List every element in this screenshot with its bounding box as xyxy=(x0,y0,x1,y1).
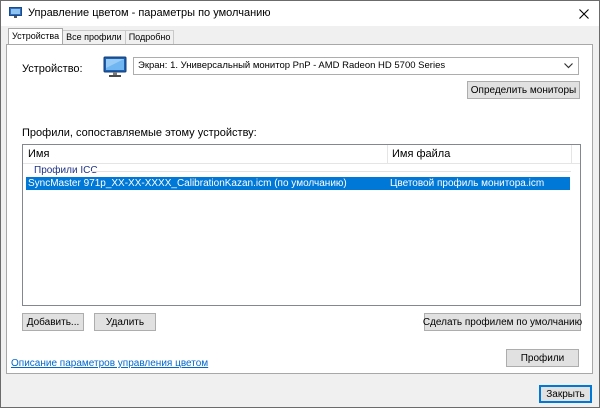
column-divider[interactable] xyxy=(571,145,572,163)
add-profile-button[interactable]: Добавить... xyxy=(22,313,84,331)
title-bar[interactable]: Управление цветом - параметры по умолчан… xyxy=(1,1,599,26)
detect-monitors-button[interactable]: Определить мониторы xyxy=(467,81,580,99)
column-divider[interactable] xyxy=(387,145,388,163)
window-title: Управление цветом - параметры по умолчан… xyxy=(28,7,271,19)
tab-strip: Устройства Все профили Подробно xyxy=(8,28,175,45)
group-label: Профили ICC xyxy=(34,165,98,176)
column-header-filename[interactable]: Имя файла xyxy=(392,148,450,160)
devices-tab-panel: Устройство: Экран: 1. Универсальный мони… xyxy=(6,44,593,374)
tab-advanced[interactable]: Подробно xyxy=(124,30,175,44)
set-default-profile-button[interactable]: Сделать профилем по умолчанию xyxy=(423,313,582,331)
tab-all-profiles[interactable]: Все профили xyxy=(62,30,126,44)
device-select-value: Экран: 1. Универсальный монитор PnP - AM… xyxy=(138,60,446,71)
list-header: Имя Имя файла xyxy=(23,145,580,164)
profile-name: SyncMaster 971p_XX-XX-XXXX_CalibrationKa… xyxy=(28,178,347,189)
tab-devices[interactable]: Устройства xyxy=(8,28,64,44)
group-separator xyxy=(91,171,571,172)
icc-profiles-group[interactable]: Профили ICC xyxy=(31,165,571,177)
monitor-icon xyxy=(103,56,127,77)
profiles-button[interactable]: Профили xyxy=(506,349,579,367)
column-header-name[interactable]: Имя xyxy=(28,148,49,160)
chevron-down-icon xyxy=(564,63,573,69)
profile-filename: Цветовой профиль монитора.icm xyxy=(390,178,545,189)
device-select[interactable]: Экран: 1. Универсальный монитор PnP - AM… xyxy=(133,57,579,75)
device-label: Устройство: xyxy=(22,63,83,75)
list-item[interactable]: SyncMaster 971p_XX-XX-XXXX_CalibrationKa… xyxy=(26,177,570,190)
remove-profile-button[interactable]: Удалить xyxy=(94,313,156,331)
close-button[interactable]: Закрыть xyxy=(539,385,592,403)
profiles-list[interactable]: Имя Имя файла Профили ICC SyncMaster 971… xyxy=(22,144,581,306)
close-icon xyxy=(579,8,589,19)
color-management-window: Управление цветом - параметры по умолчан… xyxy=(0,0,600,408)
color-management-app-icon xyxy=(9,7,22,18)
associated-profiles-label: Профили, сопоставляемые этому устройству… xyxy=(22,127,257,139)
window-close-button[interactable] xyxy=(569,1,599,26)
color-management-settings-link[interactable]: Описание параметров управления цветом xyxy=(11,358,208,369)
